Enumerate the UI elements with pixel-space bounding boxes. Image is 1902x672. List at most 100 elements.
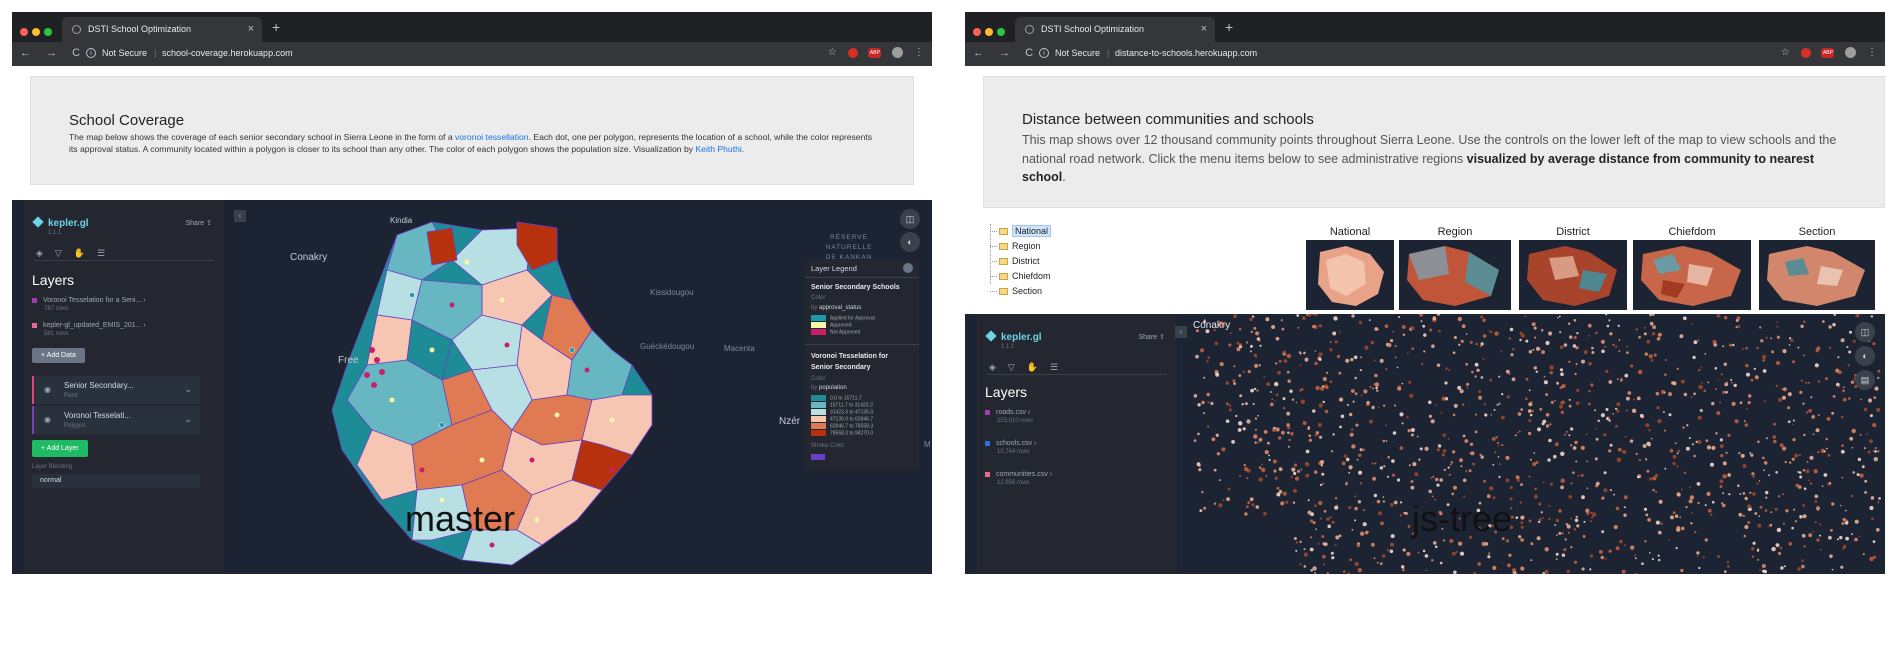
panel-tabs[interactable]: ◈▽✋☰ [36,248,117,259]
map-label-conakry: Conakry [290,252,328,263]
community-point [1359,368,1363,372]
minimize-window-button[interactable] [985,28,993,36]
legend-by-prefix: by [811,385,820,391]
dataset-item[interactable]: roads.csv › 253,010 rows [985,409,1033,424]
tree-node-chiefdom[interactable]: Chiefdom [987,269,1051,284]
nav-buttons[interactable]: ← → C [973,47,1039,59]
community-point [1603,488,1608,493]
tree-node-region[interactable]: Region [987,239,1051,254]
close-window-button[interactable] [20,28,28,36]
community-point [1379,562,1383,566]
menu-kebab-icon[interactable]: ⋮ [914,47,924,58]
chevron-down-icon[interactable]: ⌄ [184,414,192,425]
maximize-window-button[interactable] [997,28,1005,36]
share-button[interactable]: Share ⇪ [185,219,212,227]
chevron-down-icon[interactable]: ⌄ [184,384,192,395]
interactions-tab-icon[interactable]: ✋ [1027,362,1050,372]
dataset-item[interactable]: Voronoi Tesselation for a Seni... › 767 r… [32,297,146,312]
interactions-tab-icon[interactable]: ✋ [74,248,97,258]
community-point [1655,490,1658,493]
filters-tab-icon[interactable]: ▽ [1008,362,1027,372]
share-button[interactable]: Share ⇪ [1138,333,1165,341]
browser-tab[interactable]: DSTI School Optimization × [62,17,262,42]
community-point [1808,533,1813,538]
close-window-button[interactable] [973,28,981,36]
layer-item-voronoi[interactable]: ◉ Voronoi Tesselati... Polygon ⌄ [32,406,200,434]
basemap-tab-icon[interactable]: ☰ [1050,362,1070,372]
thumbnail-chiefdom[interactable]: Chiefdom [1633,226,1751,310]
eye-icon[interactable]: ◉ [44,415,51,424]
url-field[interactable]: school-coverage.herokuapp.com [162,48,293,58]
eye-icon[interactable]: ◉ [44,385,51,394]
close-tab-icon[interactable]: × [1201,17,1207,42]
layer-item-senior-secondary[interactable]: ◉ Senior Secondary... Point ⌄ [32,376,200,404]
community-point [1574,440,1578,445]
security-indicator[interactable]: Not Secure [1055,48,1100,58]
thumbnail-section[interactable]: Section [1759,226,1875,310]
community-point [1402,548,1406,552]
add-layer-button[interactable]: + Add Layer [32,440,88,457]
community-point [1575,346,1579,350]
panel-tabs[interactable]: ◈▽✋☰ [989,362,1070,373]
community-point [1203,376,1206,379]
bookmark-star-icon[interactable]: ☆ [828,47,837,58]
bookmark-star-icon[interactable]: ☆ [1781,47,1790,58]
legend-toggle-icon[interactable]: ◐ [1855,346,1875,366]
menu-kebab-icon[interactable]: ⋮ [1867,47,1877,58]
community-point [1461,324,1466,329]
community-point [1690,322,1693,325]
info-icon[interactable]: i [86,48,96,58]
basemap-tab-icon[interactable]: ☰ [97,248,117,258]
split-map-icon[interactable]: ◫ [900,209,920,229]
dataset-item[interactable]: kepler-gl_updated_EMIS_201... › 581 rows [32,322,146,337]
minimize-window-button[interactable] [32,28,40,36]
tree-node-district[interactable]: District [987,254,1051,269]
nav-buttons[interactable]: ← → C [20,47,86,59]
author-link[interactable]: Keith Phuthi [695,144,741,154]
extension-icon[interactable] [1800,47,1811,58]
tree-node-national[interactable]: National [987,224,1052,239]
new-tab-button[interactable]: + [1225,17,1233,37]
profile-avatar[interactable] [1845,47,1857,58]
adblock-icon[interactable]: ABP [1821,47,1835,58]
community-point [1582,535,1586,538]
filters-tab-icon[interactable]: ▽ [55,248,74,258]
draw-tool-icon[interactable]: ▤ [1855,370,1875,390]
browser-tab[interactable]: DSTI School Optimization × [1015,17,1215,42]
tree-node-label: Section [1012,286,1043,296]
community-point [1627,391,1632,395]
collapse-panel-button[interactable]: ‹ [234,210,246,222]
tree-node-section[interactable]: Section [987,284,1051,299]
thumbnail-region[interactable]: Region [1399,226,1511,310]
maximize-window-button[interactable] [44,28,52,36]
layer-blending-select[interactable]: normal [32,474,200,488]
community-point [1371,542,1375,547]
community-point [1864,491,1867,494]
new-tab-button[interactable]: + [272,17,280,37]
community-point [1482,358,1485,360]
collapse-panel-button[interactable]: ‹ [1175,326,1187,338]
close-tab-icon[interactable]: × [248,17,254,42]
community-point [1528,389,1531,392]
community-point [1559,368,1564,372]
layers-tab-icon[interactable]: ◈ [989,362,1008,372]
add-data-button[interactable]: + Add Data [32,348,85,363]
extension-icon[interactable] [847,47,858,58]
community-point [1397,386,1402,391]
split-map-icon[interactable]: ◫ [1855,322,1875,342]
layers-tab-icon[interactable]: ◈ [36,248,55,258]
dataset-item[interactable]: schools.csv › 10,744 rows [985,440,1036,455]
thumbnail-national[interactable]: National [1306,226,1394,310]
info-icon[interactable]: i [1039,48,1049,58]
thumbnail-district[interactable]: District [1519,226,1627,310]
adblock-icon[interactable]: ABP [868,47,882,58]
legend-close-icon[interactable] [903,263,913,273]
profile-avatar[interactable] [892,47,904,58]
community-point [1688,499,1693,504]
community-point [1392,330,1395,333]
url-field[interactable]: distance-to-schools.herokuapp.com [1115,48,1257,58]
legend-toggle-icon[interactable]: ◐ [900,232,920,252]
voronoi-link[interactable]: voronoi tessellation [455,132,529,142]
security-indicator[interactable]: Not Secure [102,48,147,58]
dataset-item[interactable]: communities.csv › 12,856 rows [985,471,1052,486]
